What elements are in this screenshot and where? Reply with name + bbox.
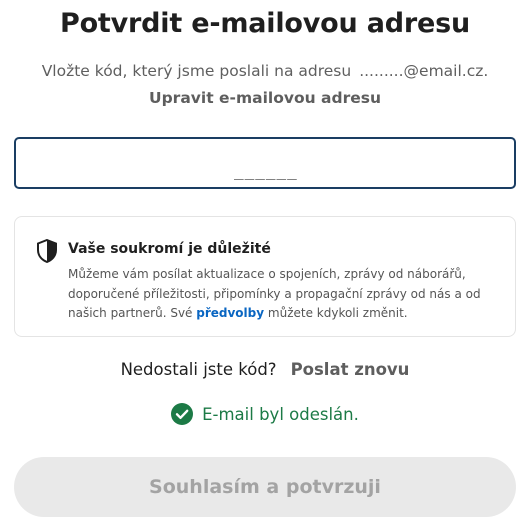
- privacy-description: Můžeme vám posílat aktualizace o spojení…: [68, 265, 508, 324]
- status-message: E-mail byl odeslán.: [0, 403, 530, 425]
- shield-icon: [37, 239, 57, 263]
- verification-code-field[interactable]: ______: [14, 137, 516, 189]
- resend-code-link[interactable]: Poslat znovu: [291, 360, 410, 379]
- agree-confirm-button[interactable]: Souhlasím a potvrzuji: [14, 457, 516, 517]
- resend-question: Nedostali jste kód?: [120, 360, 277, 379]
- status-text: E-mail byl odeslán.: [202, 404, 359, 424]
- preferences-link[interactable]: předvolby: [196, 306, 264, 320]
- page-title: Potvrdit e-mailovou adresu: [59, 8, 471, 39]
- check-circle-icon: [171, 403, 194, 425]
- privacy-text-part-2: můžete kdykoli změnit.: [264, 306, 408, 320]
- instruction-text: Vložte kód, který jsme poslali na adresu…: [0, 62, 530, 80]
- verify-email-page: Potvrdit e-mailovou adresu Vložte kód, k…: [0, 0, 530, 531]
- masked-email: .........@email.cz.: [359, 62, 489, 80]
- privacy-notice-card: Vaše soukromí je důležité Můžeme vám pos…: [14, 216, 516, 337]
- edit-email-link[interactable]: Upravit e-mailovou adresu: [0, 89, 530, 107]
- privacy-title: Vaše soukromí je důležité: [68, 241, 271, 257]
- instruction-label: Vložte kód, který jsme poslali na adresu: [41, 62, 352, 80]
- resend-row: Nedostali jste kód? Poslat znovu: [0, 360, 530, 379]
- verification-code-input[interactable]: [16, 139, 514, 187]
